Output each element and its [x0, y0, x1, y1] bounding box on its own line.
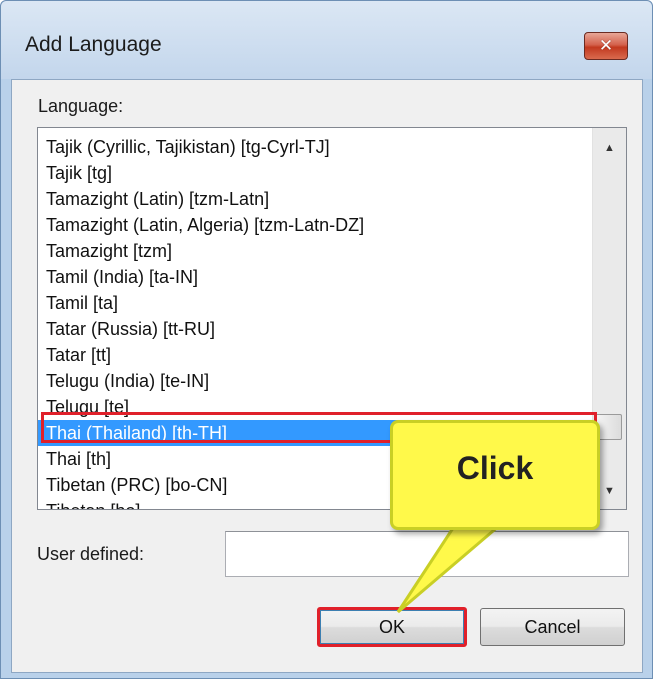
user-defined-input[interactable] — [225, 531, 629, 577]
list-item[interactable]: Tatar (Russia) [tt-RU] — [38, 316, 594, 342]
callout-text: Click — [456, 450, 534, 486]
ok-button-label: OK — [320, 610, 464, 644]
click-callout: Click — [390, 420, 600, 530]
close-button[interactable]: ✕ — [584, 32, 628, 60]
list-item[interactable]: Tajik (Cyrillic, Tajikistan) [tg-Cyrl-TJ… — [38, 134, 594, 160]
list-item[interactable]: Tamazight (Latin) [tzm-Latn] — [38, 186, 594, 212]
close-icon: ✕ — [598, 35, 614, 56]
scroll-up-arrow-icon[interactable]: ▲ — [593, 128, 626, 156]
user-defined-label: User defined: — [37, 544, 145, 564]
list-item[interactable]: Telugu (India) [te-IN] — [38, 368, 594, 394]
list-item[interactable]: Tamazight [tzm] — [38, 238, 594, 264]
list-item[interactable]: Tamil [ta] — [38, 290, 594, 316]
title-bar[interactable]: Add Language ✕ — [1, 1, 652, 79]
cancel-button[interactable]: Cancel — [480, 608, 625, 646]
list-item[interactable]: Tamil (India) [ta-IN] — [38, 264, 594, 290]
list-item[interactable]: Tajik [tg] — [38, 160, 594, 186]
ok-button[interactable]: OK — [317, 607, 467, 647]
language-label: Language: — [38, 96, 124, 116]
list-item[interactable]: Tamazight (Latin, Algeria) [tzm-Latn-DZ] — [38, 212, 594, 238]
list-item[interactable]: Telugu [te] — [38, 394, 594, 420]
dialog-title: Add Language — [25, 33, 162, 56]
list-item[interactable]: Tatar [tt] — [38, 342, 594, 368]
